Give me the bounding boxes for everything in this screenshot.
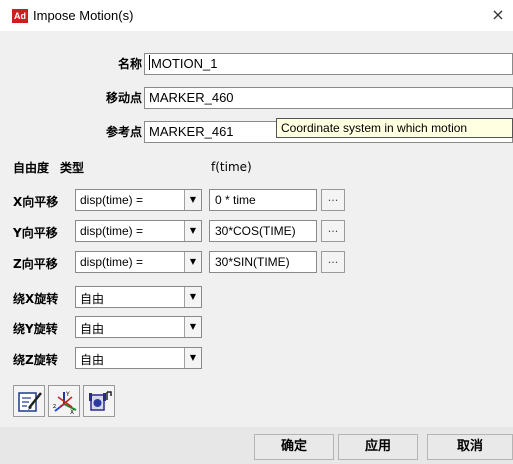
moving-point-field[interactable]: MARKER_460 bbox=[144, 87, 513, 109]
browse-button-y[interactable]: ... bbox=[321, 220, 345, 242]
type-select-y-translation[interactable]: disp(time) = ▼ bbox=[75, 220, 202, 242]
expression-field-y[interactable]: 30*COS(TIME) bbox=[209, 220, 317, 242]
type-header: 类型 bbox=[60, 161, 85, 175]
window-title: Impose Motion(s) bbox=[33, 8, 134, 23]
ftime-header: f(time) bbox=[211, 160, 252, 174]
type-select-y-rotation[interactable]: 自由 ▼ bbox=[75, 316, 202, 338]
type-select-value: 自由 bbox=[80, 353, 105, 367]
apply-button[interactable]: 应用 bbox=[338, 434, 418, 460]
name-field[interactable]: MOTION_1 bbox=[144, 53, 513, 75]
dropdown-arrow-icon[interactable]: ▼ bbox=[184, 190, 201, 210]
type-select-z-rotation[interactable]: 自由 ▼ bbox=[75, 347, 202, 369]
type-select-z-translation[interactable]: disp(time) = ▼ bbox=[75, 251, 202, 273]
title-bar: Ad Impose Motion(s) × bbox=[0, 0, 513, 31]
expression-field-z[interactable]: 30*SIN(TIME) bbox=[209, 251, 317, 273]
reference-point-label: 参考点 bbox=[105, 125, 142, 139]
dof-header: 自由度 bbox=[13, 161, 50, 175]
type-select-value: disp(time) = bbox=[80, 224, 144, 238]
dropdown-arrow-icon[interactable]: ▼ bbox=[184, 287, 201, 307]
type-select-x-rotation[interactable]: 自由 ▼ bbox=[75, 286, 202, 308]
tooltip: Coordinate system in which motion bbox=[276, 118, 513, 138]
type-select-value: 自由 bbox=[80, 322, 105, 336]
adams-app-icon: Ad bbox=[12, 9, 28, 23]
moving-point-value: MARKER_460 bbox=[149, 90, 234, 105]
dropdown-arrow-icon[interactable]: ▼ bbox=[184, 221, 201, 241]
type-select-value: disp(time) = bbox=[80, 193, 144, 207]
expression-field-x[interactable]: 0 * time bbox=[209, 189, 317, 211]
svg-text:X: X bbox=[70, 409, 74, 415]
moving-point-label: 移动点 bbox=[105, 91, 142, 105]
dropdown-arrow-icon[interactable]: ▼ bbox=[184, 348, 201, 368]
coordinate-system-icon[interactable]: Y X z bbox=[48, 385, 80, 417]
type-select-value: 自由 bbox=[80, 292, 105, 306]
joint-motion-icon[interactable] bbox=[83, 385, 115, 417]
type-select-value: disp(time) = bbox=[80, 255, 144, 269]
dof-label-x-translation: X向平移 bbox=[13, 195, 59, 209]
dof-label-x-rotation: 绕X旋转 bbox=[13, 292, 59, 306]
dof-label-z-rotation: 绕Z旋转 bbox=[13, 353, 58, 367]
browse-button-x[interactable]: ... bbox=[321, 189, 345, 211]
dropdown-arrow-icon[interactable]: ▼ bbox=[184, 252, 201, 272]
name-value: MOTION_1 bbox=[151, 56, 218, 71]
edit-function-icon[interactable] bbox=[13, 385, 45, 417]
type-select-x-translation[interactable]: disp(time) = ▼ bbox=[75, 189, 202, 211]
text-cursor bbox=[149, 55, 150, 70]
browse-button-z[interactable]: ... bbox=[321, 251, 345, 273]
dropdown-arrow-icon[interactable]: ▼ bbox=[184, 317, 201, 337]
close-icon[interactable]: × bbox=[483, 0, 513, 31]
dof-label-y-rotation: 绕Y旋转 bbox=[13, 322, 58, 336]
svg-text:Y: Y bbox=[65, 391, 70, 398]
cancel-button[interactable]: 取消 bbox=[427, 434, 513, 460]
ok-button[interactable]: 确定 bbox=[254, 434, 334, 460]
dof-label-y-translation: Y向平移 bbox=[13, 226, 58, 240]
svg-text:z: z bbox=[53, 403, 56, 410]
dof-label-z-translation: Z向平移 bbox=[13, 257, 58, 271]
reference-point-value: MARKER_461 bbox=[149, 124, 234, 139]
name-label: 名称 bbox=[117, 57, 142, 71]
